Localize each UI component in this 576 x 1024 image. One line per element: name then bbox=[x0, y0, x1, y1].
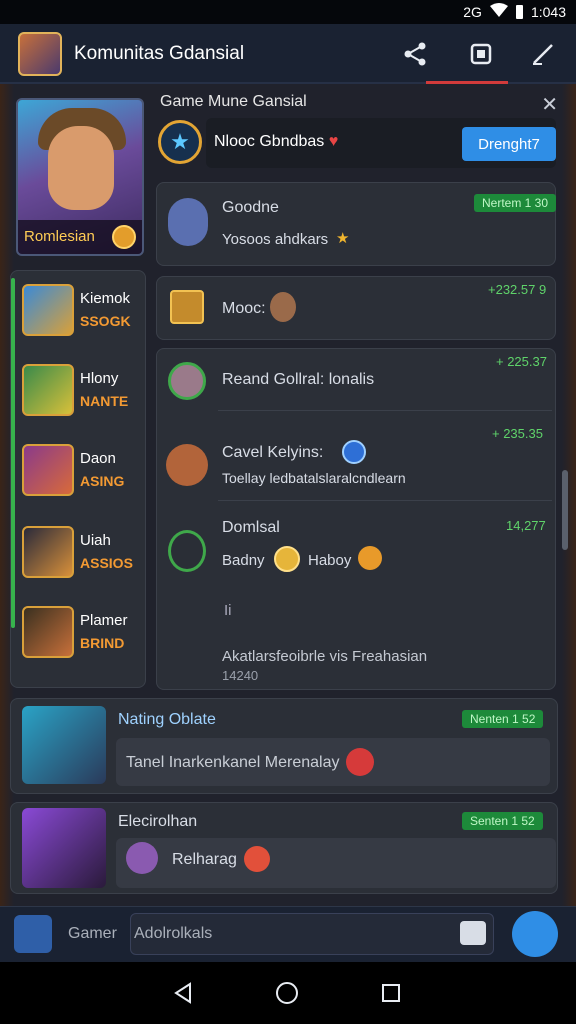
signal-text: 2G bbox=[463, 3, 482, 20]
sidebar-item-plamer[interactable]: Plamer BRIND bbox=[22, 606, 142, 666]
search-input-text: Nlooc Gbndbas ♥ bbox=[214, 133, 339, 150]
edit-icon[interactable] bbox=[528, 39, 558, 69]
coin-icon bbox=[112, 225, 136, 249]
thumbnail bbox=[22, 808, 106, 888]
send-button[interactable] bbox=[512, 911, 558, 957]
avatar bbox=[22, 284, 74, 336]
hero-card[interactable]: Romlesian bbox=[16, 98, 144, 256]
avatar bbox=[22, 364, 74, 416]
divider bbox=[218, 500, 552, 501]
star-badge-icon: ★ bbox=[158, 120, 202, 164]
app-title: Komunitas Gdansial bbox=[74, 43, 245, 64]
sidebar-indicator bbox=[11, 278, 15, 628]
card-name: Goodne bbox=[222, 199, 279, 216]
avatar bbox=[22, 444, 74, 496]
status-badge: Senten 1 52 bbox=[462, 812, 543, 830]
card-name: Nating Oblate bbox=[118, 711, 216, 728]
score-value: +232.57 9 bbox=[488, 282, 547, 297]
sidebar-item-hlony[interactable]: Hlony NANTE bbox=[22, 364, 142, 424]
card-text: Tanel Inarkenkanel Merenalay bbox=[126, 754, 340, 771]
avatar bbox=[270, 292, 296, 322]
avatar bbox=[22, 526, 74, 578]
primary-button[interactable]: Drenght7 bbox=[462, 127, 556, 161]
score-value: 14,277 bbox=[506, 518, 546, 533]
avatar bbox=[126, 842, 158, 874]
divider bbox=[218, 410, 552, 411]
card-letter: Ii bbox=[224, 602, 232, 619]
avatar bbox=[168, 198, 208, 246]
score-value: + 235.35 bbox=[492, 426, 543, 441]
card-name: Elecirolhan bbox=[118, 813, 198, 830]
score-value: + 225.37 bbox=[496, 354, 547, 369]
sidebar-item-sub: SSOGK bbox=[80, 313, 131, 329]
badge-icon bbox=[170, 290, 204, 324]
card-text: Toellay ledbatalslaralcndlearn bbox=[222, 470, 406, 486]
sidebar-item-uiah[interactable]: Uiah ASSIOS bbox=[22, 526, 142, 586]
info-icon bbox=[342, 440, 366, 464]
composer-bar: Gamer Adolrolkals bbox=[0, 906, 576, 962]
card-text: Haboy bbox=[308, 552, 352, 569]
status-badge: Nenten 1 52 bbox=[462, 710, 544, 728]
card-name: Domlsal bbox=[222, 519, 280, 536]
layout-icon[interactable] bbox=[466, 39, 496, 69]
section-title: Game Mune Gansial bbox=[160, 93, 307, 110]
card-list-panel bbox=[156, 348, 556, 690]
status-badge: Nertem 1 30 bbox=[474, 194, 557, 212]
shield-icon bbox=[274, 546, 300, 572]
card-text: Yosoos ahdkars bbox=[222, 231, 329, 248]
wifi-icon bbox=[489, 3, 508, 20]
composer-label: Gamer bbox=[68, 925, 117, 942]
emoji-icon bbox=[346, 748, 374, 776]
card-text: Relharag bbox=[172, 851, 237, 868]
home-icon[interactable] bbox=[276, 982, 298, 1004]
card-name: Mooc: bbox=[222, 300, 266, 317]
heart-icon: ♥ bbox=[328, 133, 339, 150]
card-text: Badny bbox=[222, 552, 265, 569]
back-icon[interactable] bbox=[172, 982, 194, 1009]
hero-portrait bbox=[48, 126, 114, 210]
card-name: Cavel Kelyins: bbox=[222, 444, 324, 461]
close-icon[interactable]: ✕ bbox=[541, 92, 558, 117]
gem-icon bbox=[358, 546, 382, 570]
battery-icon bbox=[515, 4, 523, 19]
attach-icon[interactable] bbox=[14, 915, 52, 953]
card-subtext: 14240 bbox=[222, 668, 259, 683]
gift-icon bbox=[244, 846, 270, 872]
sidebar-item-label: Uiah bbox=[80, 532, 111, 549]
scrollbar[interactable] bbox=[562, 470, 568, 550]
sidebar-item-label: Daon bbox=[80, 450, 116, 467]
message-input-text: Adolrolkals bbox=[134, 925, 213, 942]
star-icon: ★ bbox=[336, 230, 350, 247]
sidebar-item-sub: ASING bbox=[80, 473, 125, 489]
card-text: Reand Gollral: lonalis bbox=[222, 371, 375, 388]
share-icon[interactable] bbox=[400, 39, 430, 69]
avatar bbox=[22, 606, 74, 658]
camera-icon[interactable] bbox=[460, 921, 486, 945]
sidebar-item-sub: BRIND bbox=[80, 635, 125, 651]
sidebar-item-sub: NANTE bbox=[80, 393, 129, 409]
app-logo bbox=[18, 32, 62, 76]
thumbnail bbox=[22, 706, 106, 784]
clock-text: 1:043 bbox=[530, 3, 566, 20]
sidebar-item-kiemok[interactable]: Kiemok SSOGK bbox=[22, 284, 142, 344]
sidebar-item-sub: ASSIOS bbox=[80, 555, 133, 571]
avatar bbox=[168, 530, 206, 572]
sidebar-item-label: Plamer bbox=[80, 612, 128, 629]
sidebar-item-label: Hlony bbox=[80, 370, 119, 387]
recents-icon[interactable] bbox=[382, 984, 400, 1002]
app-bar: Komunitas Gdansial bbox=[0, 24, 576, 84]
sidebar-item-label: Kiemok bbox=[80, 290, 131, 307]
status-bar: 2G 1:043 bbox=[0, 0, 576, 24]
avatar bbox=[168, 362, 206, 400]
avatar bbox=[166, 444, 208, 486]
card-footer: Akatlarsfeoibrle vis Freahasian bbox=[222, 648, 428, 665]
system-nav-bar bbox=[0, 962, 576, 1024]
sidebar-item-daon[interactable]: Daon ASING bbox=[22, 444, 142, 504]
